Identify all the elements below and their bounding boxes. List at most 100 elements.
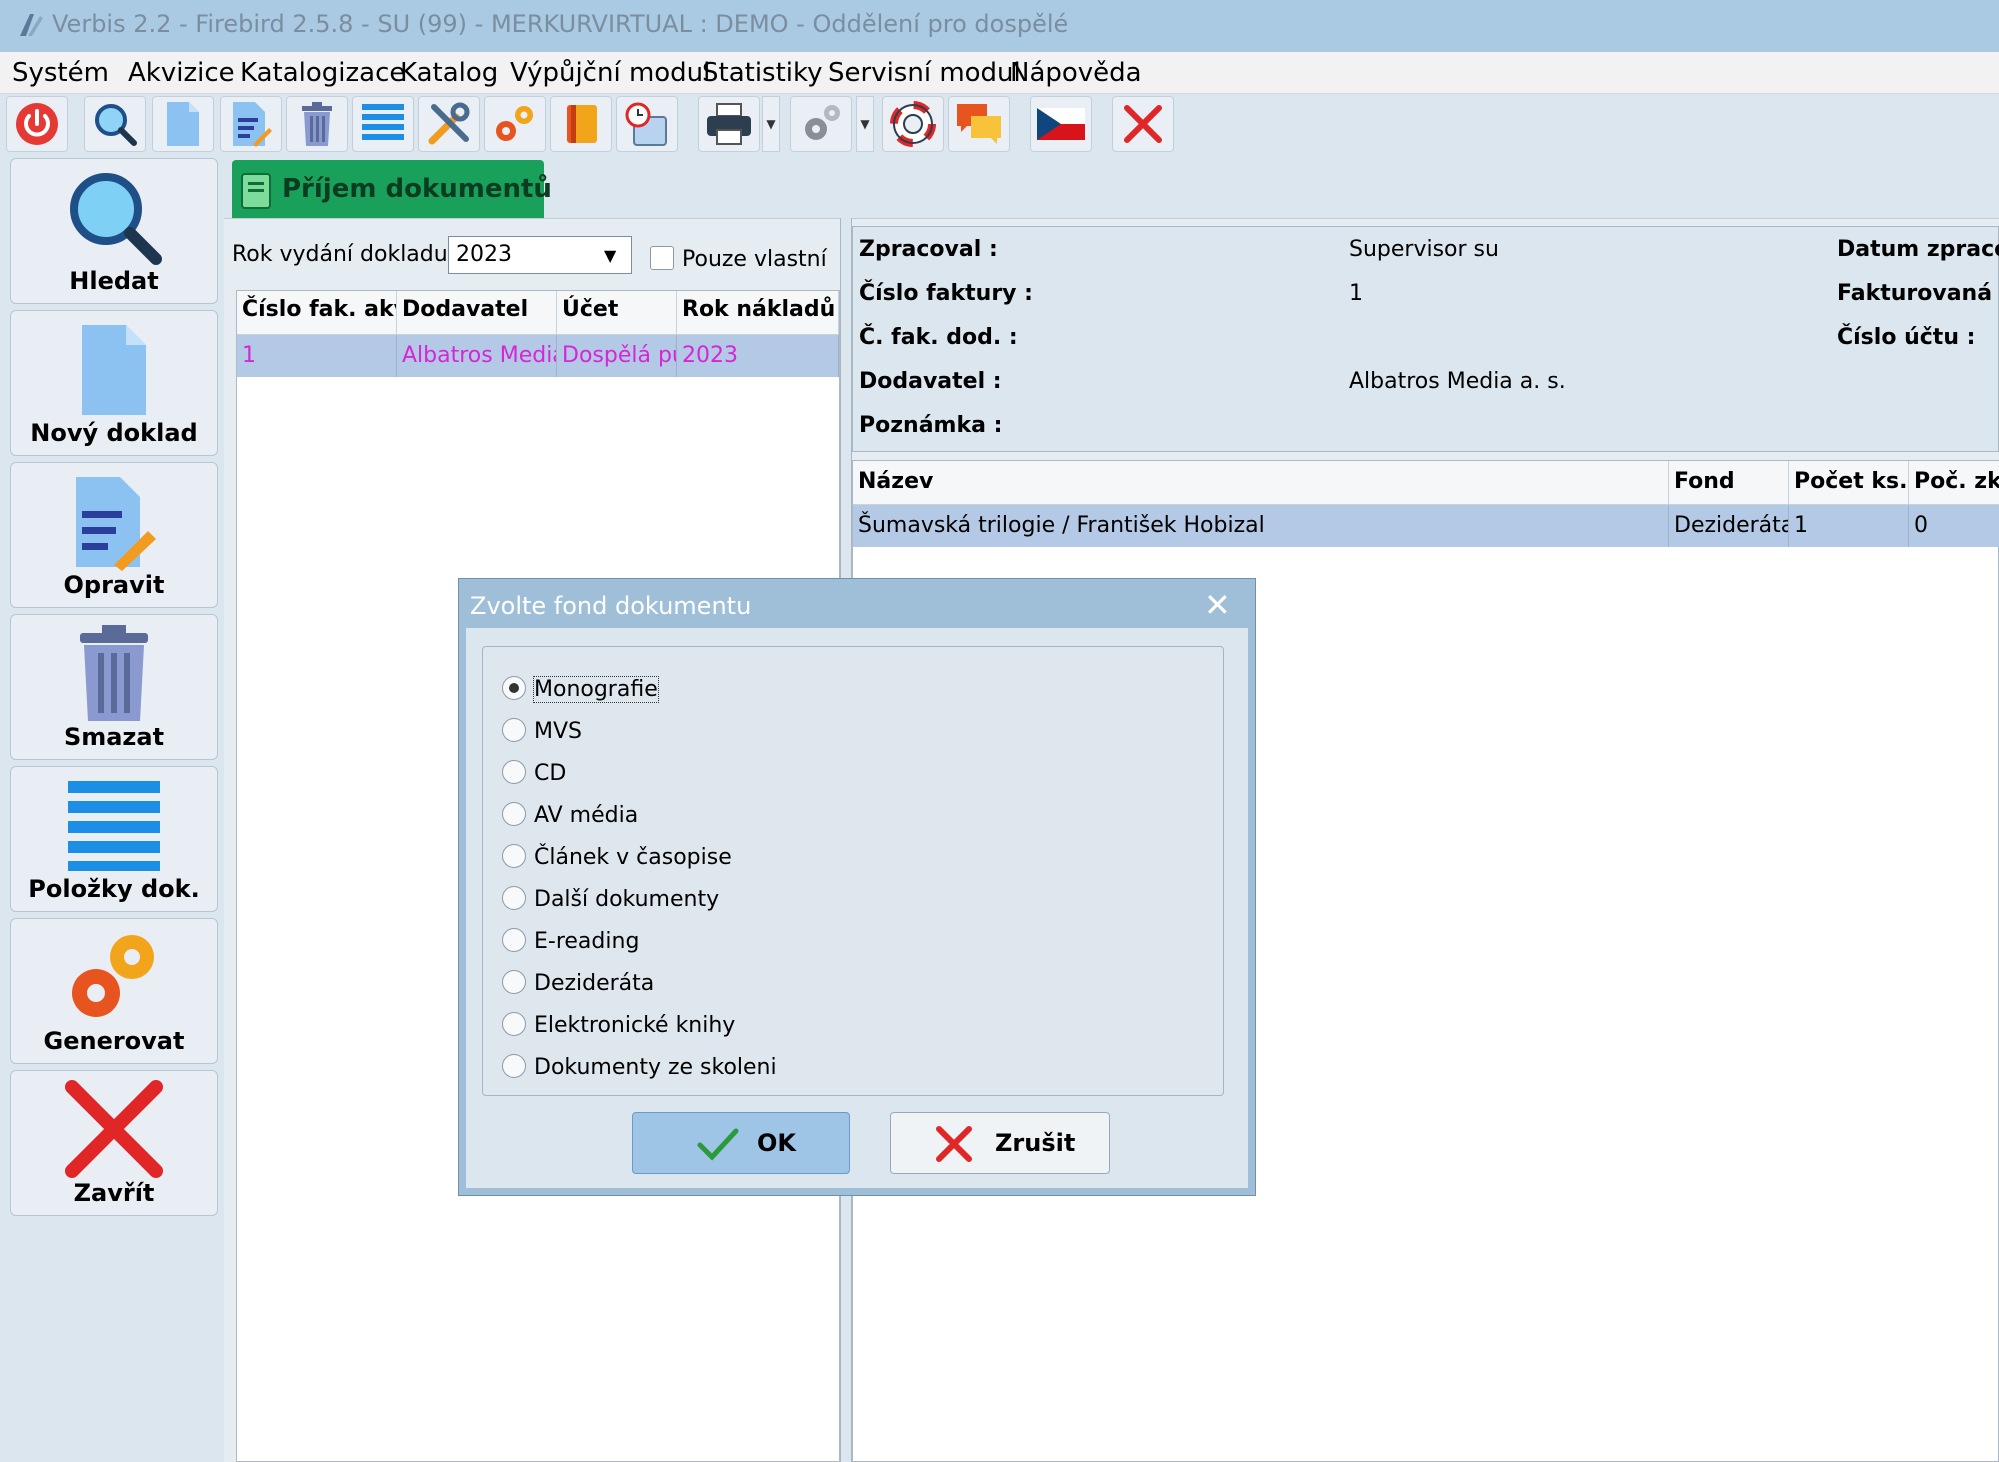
generate-button[interactable]: Generovat bbox=[10, 918, 218, 1064]
close-icon bbox=[936, 1126, 972, 1162]
radio-dalsi-dokumenty[interactable] bbox=[502, 886, 526, 910]
trash-icon bbox=[11, 621, 217, 725]
chat-icon[interactable] bbox=[948, 96, 1010, 152]
lifebuoy-icon[interactable] bbox=[882, 96, 944, 152]
radio-label[interactable]: Monografie bbox=[533, 676, 659, 703]
supplier-invoice-label: Č. fak. dod. : bbox=[859, 325, 1018, 350]
menu-servisni-modul[interactable]: Servisní modul bbox=[828, 58, 1021, 88]
radio-label[interactable]: Dokumenty ze skoleni bbox=[534, 1055, 777, 1080]
table-cell[interactable]: 2023 bbox=[677, 335, 839, 377]
column-header[interactable]: Účet bbox=[557, 291, 677, 335]
ok-button[interactable]: OK bbox=[632, 1112, 850, 1174]
tools-icon[interactable] bbox=[418, 96, 480, 152]
printer-dropdown[interactable]: ▼ bbox=[762, 96, 780, 152]
document-items-button[interactable]: Položky dok. bbox=[10, 766, 218, 912]
gears-icon[interactable] bbox=[484, 96, 546, 152]
gears-icon bbox=[11, 925, 217, 1029]
settings-dropdown[interactable]: ▼ bbox=[856, 96, 874, 152]
radio-label[interactable]: CD bbox=[534, 761, 566, 786]
column-header[interactable]: Fond bbox=[1669, 461, 1789, 505]
cancel-label: Zrušit bbox=[995, 1129, 1076, 1157]
close-button[interactable]: Zavřít bbox=[10, 1070, 218, 1216]
search-button[interactable]: Hledat bbox=[10, 158, 218, 304]
menu-napoveda[interactable]: Nápověda bbox=[1010, 58, 1142, 88]
sidebar-label: Položky dok. bbox=[28, 875, 200, 903]
sidebar-label: Smazat bbox=[63, 723, 165, 751]
table-cell[interactable]: Albatros Media bbox=[397, 335, 557, 377]
table-cell[interactable]: 0 bbox=[1909, 505, 1999, 547]
column-header[interactable]: Poč. zka bbox=[1909, 461, 1999, 505]
menu-katalog[interactable]: Katalog bbox=[400, 58, 498, 88]
sidebar: Hledat Nový doklad Opravit Smazat Položk… bbox=[0, 156, 224, 1462]
radio-label[interactable]: Elektronické knihy bbox=[534, 1013, 735, 1038]
table-cell[interactable]: Dezideráta bbox=[1669, 505, 1789, 547]
radio-mvs[interactable] bbox=[502, 718, 526, 742]
edit-icon[interactable] bbox=[220, 96, 282, 152]
radio-label[interactable]: Další dokumenty bbox=[534, 887, 719, 912]
radio-label[interactable]: AV média bbox=[534, 803, 638, 828]
radio-elektronicke-knihy[interactable] bbox=[502, 1012, 526, 1036]
window-title: Verbis 2.2 - Firebird 2.5.8 - SU (99) - … bbox=[52, 10, 1069, 38]
table-cell[interactable]: 1 bbox=[237, 335, 397, 377]
notebook-icon bbox=[241, 173, 271, 209]
chevron-down-icon[interactable]: ▼ bbox=[604, 246, 616, 265]
table-cell[interactable]: Šumavská trilogie / František Hobizal bbox=[853, 505, 1669, 547]
delete-button[interactable]: Smazat bbox=[10, 614, 218, 760]
supplier-value: Albatros Media a. s. bbox=[1349, 369, 1566, 394]
list-icon[interactable] bbox=[352, 96, 414, 152]
search-icon[interactable] bbox=[84, 96, 146, 152]
radio-label[interactable]: E-reading bbox=[534, 929, 639, 954]
table-cell[interactable]: 1 bbox=[1789, 505, 1909, 547]
column-header[interactable]: Rok nákladů bbox=[677, 291, 839, 335]
books-icon[interactable] bbox=[550, 96, 612, 152]
czech-flag-icon[interactable] bbox=[1030, 96, 1092, 152]
account-number-label: Číslo účtu : bbox=[1837, 325, 1976, 350]
menu-katalogizace[interactable]: Katalogizace bbox=[240, 58, 405, 88]
radio-label[interactable]: MVS bbox=[534, 719, 582, 744]
menu-vypujcni-modul[interactable]: Výpůjční modul bbox=[510, 58, 710, 88]
tab-label: Příjem dokumentů bbox=[282, 174, 552, 204]
close-icon[interactable] bbox=[1112, 96, 1174, 152]
calendar-clock-icon[interactable] bbox=[616, 96, 678, 152]
sidebar-label: Hledat bbox=[69, 267, 159, 295]
radio-label[interactable]: Článek v časopise bbox=[534, 845, 732, 870]
column-header[interactable]: Název bbox=[853, 461, 1669, 505]
radio-label[interactable]: Dezideráta bbox=[534, 971, 654, 996]
dialog-title: Zvolte fond dokumentu bbox=[470, 592, 752, 620]
invoice-number-value: 1 bbox=[1349, 281, 1363, 306]
printer-icon[interactable] bbox=[698, 96, 760, 152]
column-header[interactable]: Číslo fak. akv bbox=[237, 291, 397, 335]
radio-dokumenty-ze-skoleni[interactable] bbox=[502, 1054, 526, 1078]
invoice-detail-panel: Zpracoval : Supervisor su Datum zpraco Č… bbox=[852, 226, 1999, 452]
trash-icon[interactable] bbox=[286, 96, 348, 152]
column-header[interactable]: Počet ks. bbox=[1789, 461, 1909, 505]
radio-av-media[interactable] bbox=[502, 802, 526, 826]
radio-monografie[interactable] bbox=[502, 676, 526, 700]
new-document-icon[interactable] bbox=[152, 96, 214, 152]
sidebar-label: Zavřít bbox=[73, 1179, 155, 1207]
radio-clanek[interactable] bbox=[502, 844, 526, 868]
close-icon[interactable]: ✕ bbox=[1204, 586, 1231, 624]
power-icon[interactable] bbox=[6, 96, 68, 152]
year-label: Rok vydání dokladu : bbox=[232, 242, 463, 267]
table-cell[interactable]: Dospělá pů bbox=[557, 335, 677, 377]
invoice-number-label: Číslo faktury : bbox=[859, 281, 1033, 306]
edit-button[interactable]: Opravit bbox=[10, 462, 218, 608]
cancel-button[interactable]: Zrušit bbox=[890, 1112, 1110, 1174]
search-icon bbox=[11, 165, 217, 269]
menu-statistiky[interactable]: Statistiky bbox=[702, 58, 823, 88]
menu-system[interactable]: Systém bbox=[12, 58, 109, 88]
list-icon bbox=[11, 773, 217, 877]
own-only-label: Pouze vlastní bbox=[682, 247, 827, 272]
sidebar-label: Opravit bbox=[63, 571, 165, 599]
menu-bar: Systém Akvizice Katalogizace Katalog Výp… bbox=[0, 52, 1999, 94]
new-document-button[interactable]: Nový doklad bbox=[10, 310, 218, 456]
radio-e-reading[interactable] bbox=[502, 928, 526, 952]
radio-deziderata[interactable] bbox=[502, 970, 526, 994]
own-only-checkbox[interactable] bbox=[650, 246, 674, 270]
menu-akvizice[interactable]: Akvizice bbox=[128, 58, 235, 88]
radio-cd[interactable] bbox=[502, 760, 526, 784]
settings-icon[interactable] bbox=[790, 96, 852, 152]
column-header[interactable]: Dodavatel bbox=[397, 291, 557, 335]
processed-date-label: Datum zpraco bbox=[1837, 237, 1999, 262]
